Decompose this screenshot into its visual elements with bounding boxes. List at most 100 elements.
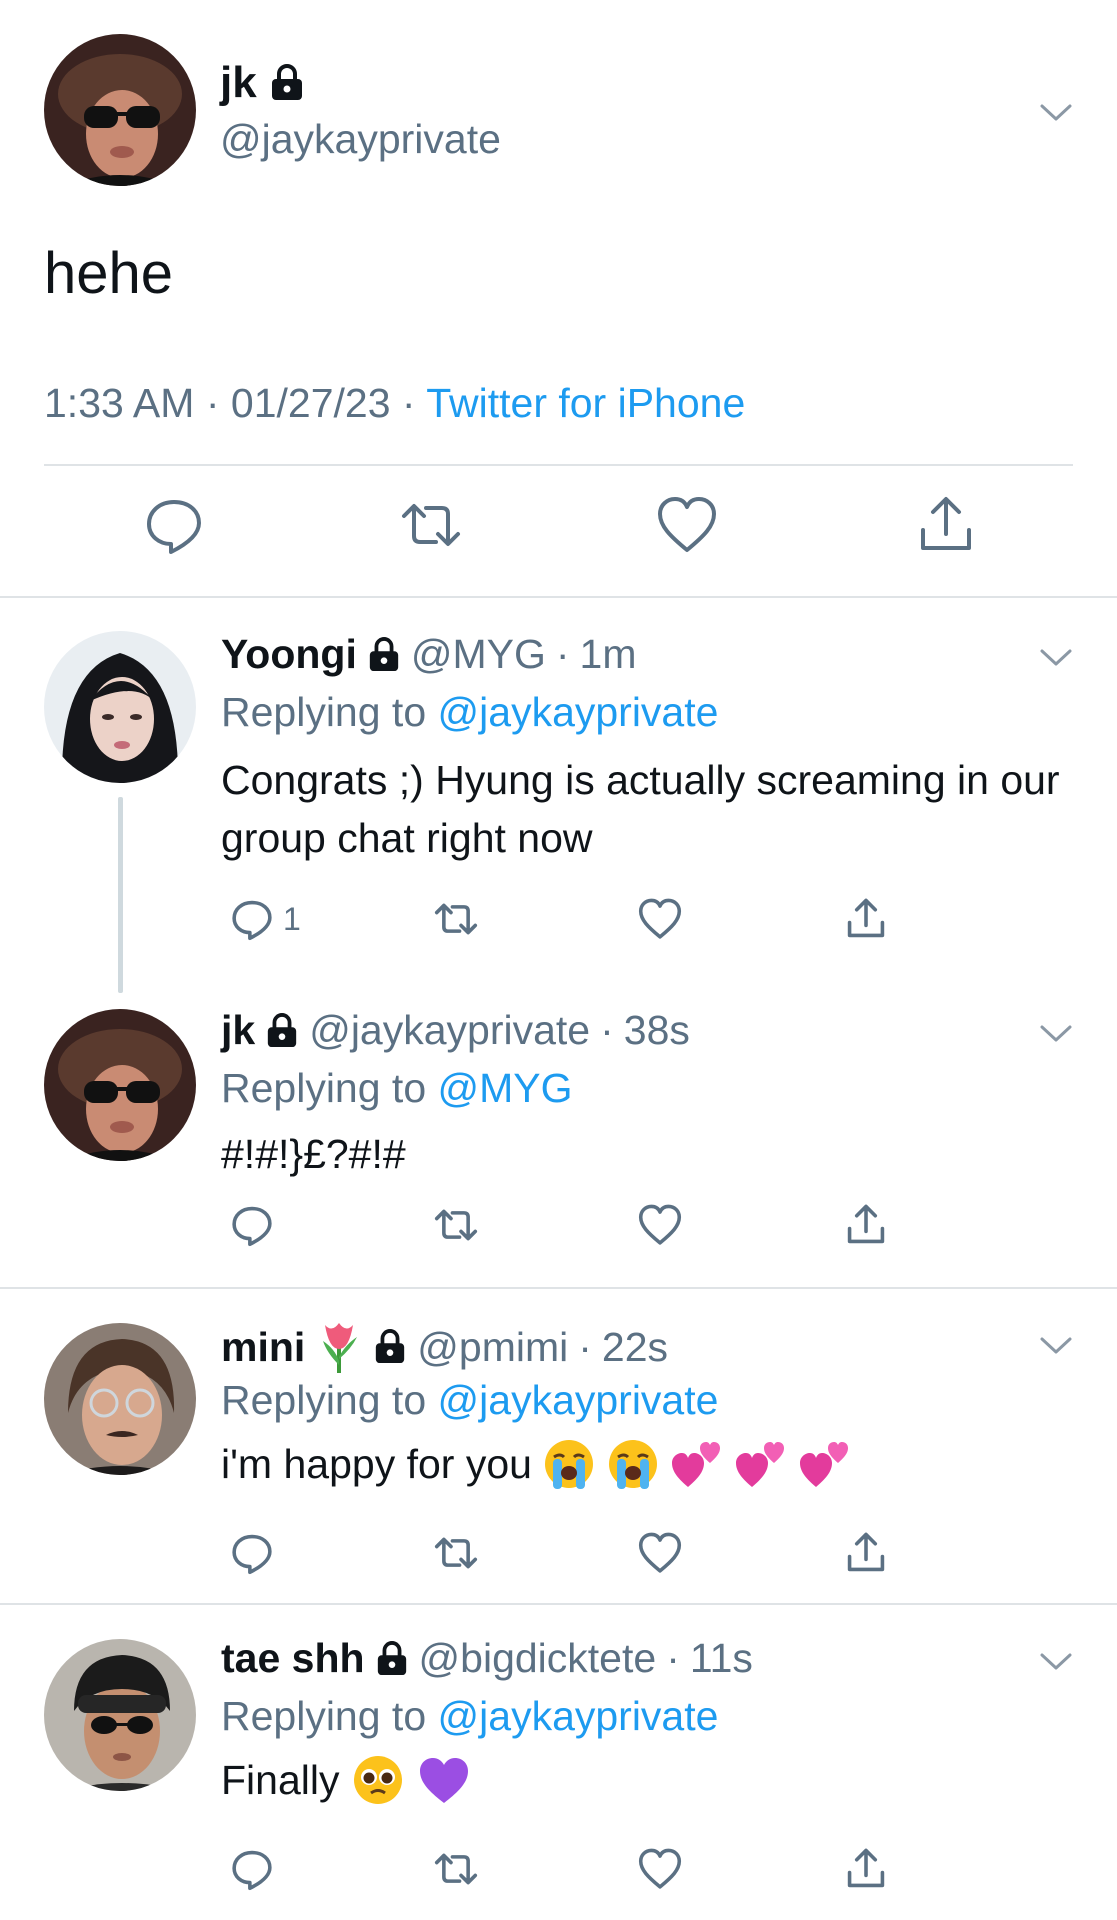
avatar-yoongi[interactable]: [44, 631, 196, 783]
meta-separator: ·: [578, 1323, 592, 1370]
display-name[interactable]: Yoongi: [221, 631, 357, 678]
handle[interactable]: @MYG: [411, 631, 546, 678]
handle[interactable]: @jaykayprivate: [309, 1007, 590, 1054]
reply-text: Finally: [221, 1751, 1061, 1809]
tweet-text: hehe: [44, 241, 174, 306]
replying-label: Replying to: [221, 1377, 427, 1423]
reply-button[interactable]: [227, 1525, 277, 1581]
reply-icon: [232, 1206, 272, 1247]
share-icon: [847, 898, 885, 938]
avatar-jk[interactable]: [44, 34, 196, 186]
share-button[interactable]: [911, 490, 981, 560]
replying-to: Replying to @jaykayprivate: [221, 689, 718, 736]
share-button[interactable]: [841, 1197, 891, 1253]
display-name[interactable]: tae shh: [221, 1635, 365, 1682]
reply-button[interactable]: [227, 1841, 277, 1897]
replying-label: Replying to: [221, 1693, 427, 1739]
reply-tweet[interactable]: mini @pmimi · 22s Replying to @jaykaypri…: [0, 1289, 1117, 1603]
retweet-button[interactable]: [431, 891, 481, 947]
timestamp[interactable]: 22s: [602, 1324, 668, 1371]
main-action-bar: [0, 490, 1117, 570]
reply-text: #!#!}£?#!#: [221, 1131, 406, 1177]
like-button[interactable]: [635, 1525, 685, 1581]
pleading-face-icon: [354, 1756, 403, 1804]
meta-separator: ·: [600, 1007, 614, 1053]
meta-separator: ·: [666, 1635, 680, 1681]
timestamp[interactable]: 11s: [690, 1635, 753, 1682]
chevron-down-icon[interactable]: [1036, 1013, 1076, 1053]
like-button[interactable]: [652, 490, 722, 560]
display-name-text: jk: [220, 58, 257, 107]
reply-action-bar: 1: [221, 891, 921, 947]
share-button[interactable]: [841, 891, 891, 947]
retweet-button[interactable]: [396, 490, 466, 560]
mention-link[interactable]: @jaykayprivate: [438, 689, 719, 735]
purple-heart-icon: [420, 1758, 469, 1803]
like-button[interactable]: [635, 1197, 685, 1253]
replying-label: Replying to: [221, 1065, 427, 1111]
chevron-down-icon[interactable]: [1036, 637, 1076, 677]
like-button[interactable]: [635, 1841, 685, 1897]
reply-text-content: Finally: [221, 1757, 340, 1803]
two-hearts-icon: [735, 1442, 784, 1487]
mention-link[interactable]: @jaykayprivate: [438, 1693, 719, 1739]
reply-button[interactable]: [139, 490, 209, 560]
share-icon: [847, 1848, 885, 1888]
reply-button[interactable]: [227, 1197, 277, 1253]
reply-header: Yoongi @MYG · 1m: [221, 631, 637, 678]
two-hearts-icon: [671, 1442, 720, 1487]
mention-link[interactable]: @jaykayprivate: [438, 1377, 719, 1423]
retweet-button[interactable]: [431, 1197, 481, 1253]
heart-icon: [638, 1204, 682, 1245]
handle[interactable]: @pmimi: [417, 1324, 568, 1371]
display-name[interactable]: mini: [221, 1324, 305, 1371]
retweet-icon: [434, 1853, 478, 1885]
reply-header: tae shh @bigdicktete · 11s: [221, 1635, 753, 1682]
reply-text-content: i'm happy for you: [221, 1441, 532, 1487]
reply-text: i'm happy for you: [221, 1435, 1061, 1493]
main-handle[interactable]: @jaykayprivate: [220, 116, 501, 163]
share-button[interactable]: [841, 1525, 891, 1581]
reply-icon: [232, 1534, 272, 1575]
tweet-source-link[interactable]: Twitter for iPhone: [426, 380, 745, 426]
main-display-name[interactable]: jk: [220, 58, 305, 108]
heart-icon: [638, 1848, 682, 1889]
lock-icon: [369, 636, 399, 671]
replying-to: Replying to @jaykayprivate: [221, 1693, 718, 1740]
loudly-crying-face-icon: [608, 1440, 657, 1489]
display-name[interactable]: jk: [221, 1007, 255, 1054]
divider: [44, 464, 1073, 466]
retweet-button[interactable]: [431, 1525, 481, 1581]
avatar-jk[interactable]: [44, 1009, 196, 1161]
heart-icon: [638, 1532, 682, 1573]
timestamp[interactable]: 1m: [580, 631, 637, 678]
reply-icon: [232, 900, 272, 941]
reply-tweet[interactable]: jk @jaykayprivate · 38s Replying to @MYG…: [0, 989, 1117, 1287]
timestamp[interactable]: 38s: [624, 1007, 690, 1054]
chevron-down-icon[interactable]: [1036, 1641, 1076, 1681]
avatar-tae[interactable]: [44, 1639, 196, 1791]
chevron-down-icon[interactable]: [1036, 1325, 1076, 1365]
retweet-icon: [434, 903, 478, 935]
chevron-down-icon[interactable]: [1036, 92, 1076, 132]
replying-to: Replying to @MYG: [221, 1065, 573, 1112]
mention-link[interactable]: @MYG: [438, 1065, 573, 1111]
reply-tweet[interactable]: Yoongi @MYG · 1m Replying to @jaykaypriv…: [0, 597, 1117, 993]
share-button[interactable]: [841, 1841, 891, 1897]
reply-text: Congrats ;) Hyung is actually screaming …: [221, 757, 1060, 861]
reply-action-bar: [221, 1197, 921, 1253]
reply-button[interactable]: 1: [227, 891, 301, 947]
reply-tweet[interactable]: tae shh @bigdicktete · 11s Replying to @…: [0, 1605, 1117, 1920]
meta-separator: ·: [401, 380, 416, 426]
retweet-icon: [402, 504, 460, 546]
avatar-mini[interactable]: [44, 1323, 196, 1475]
retweet-button[interactable]: [431, 1841, 481, 1897]
retweet-icon: [434, 1209, 478, 1241]
reply-icon: [147, 500, 201, 554]
loudly-crying-face-icon: [544, 1440, 593, 1489]
lock-icon: [376, 1329, 405, 1364]
reply-header: mini @pmimi · 22s: [221, 1319, 668, 1375]
tweet-date: 01/27/23: [230, 380, 391, 426]
like-button[interactable]: [635, 891, 685, 947]
handle[interactable]: @bigdicktete: [419, 1635, 657, 1682]
